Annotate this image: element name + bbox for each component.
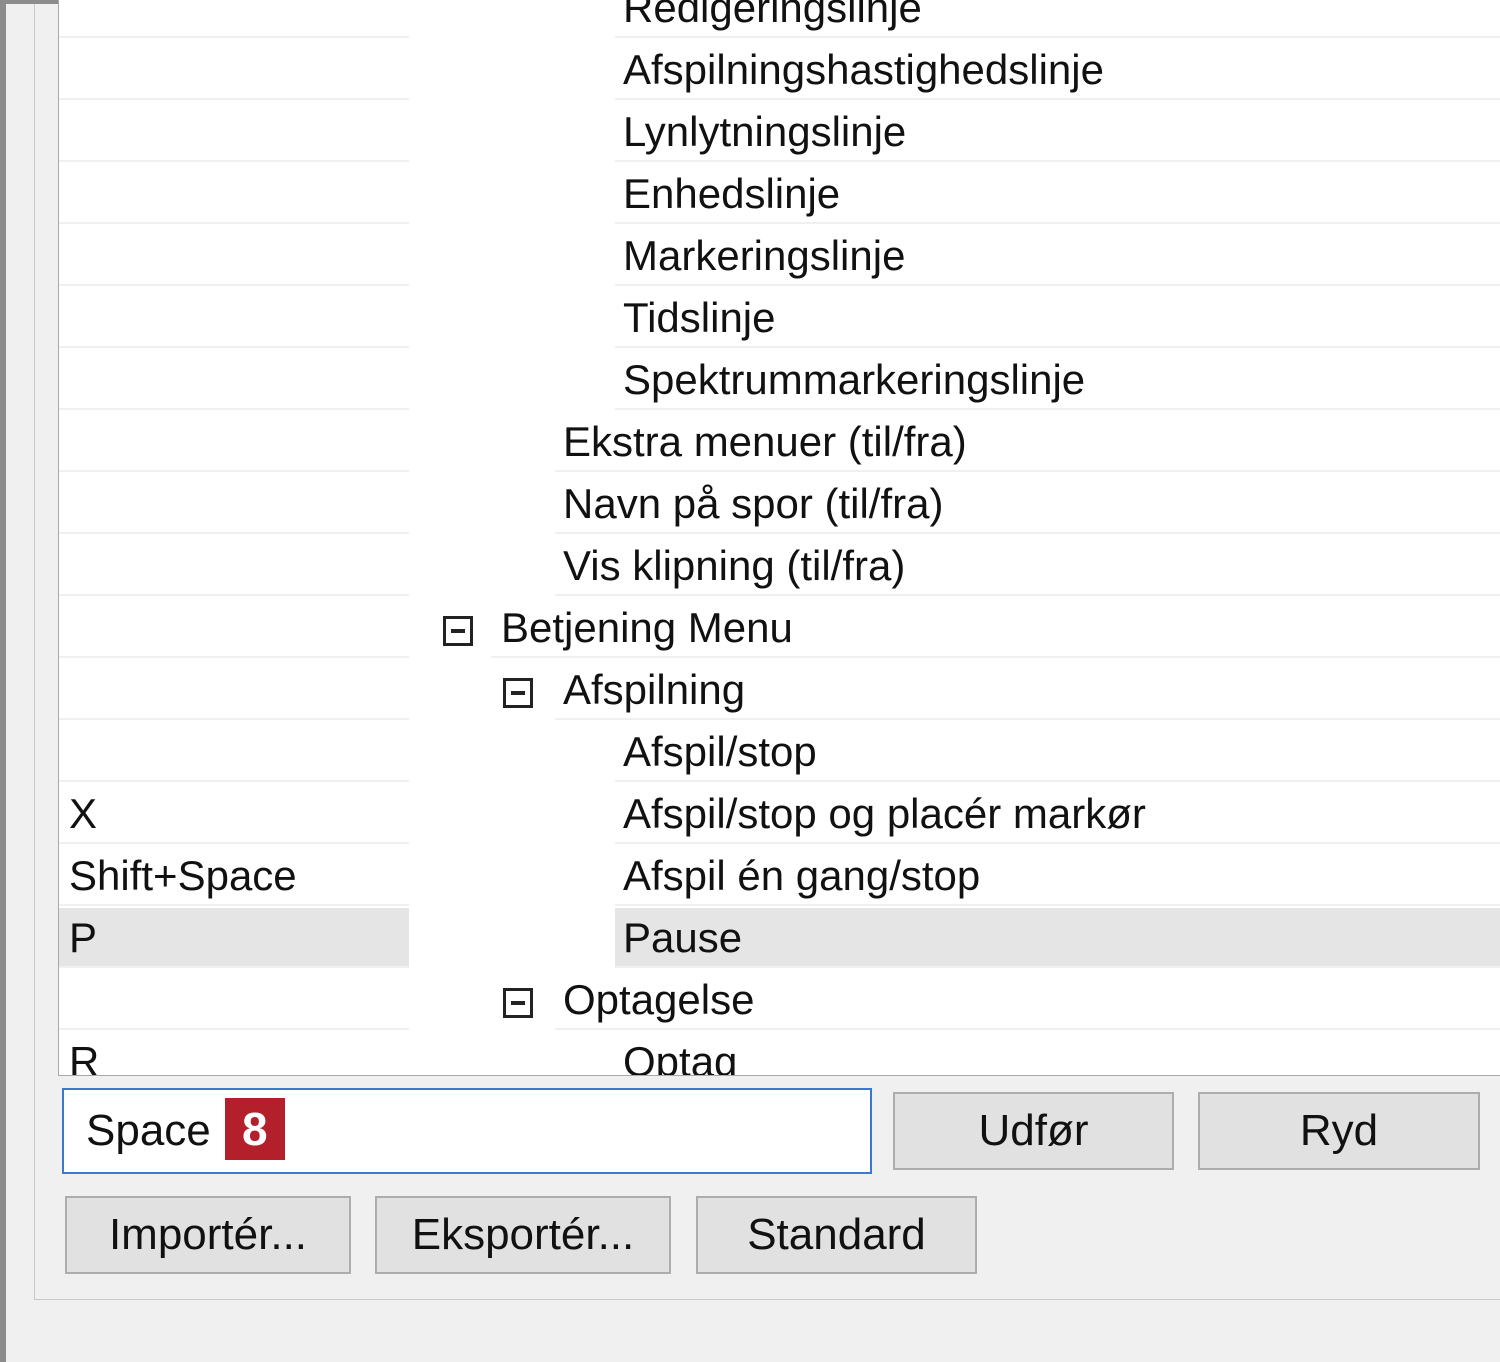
shortcut-key-cell	[59, 722, 409, 782]
step-number-badge: 8	[224, 1098, 285, 1161]
shortcut-key-cell: X	[59, 784, 409, 844]
shortcut-input-value: Space	[86, 1106, 211, 1155]
command-row[interactable]: Lynlytningslinje	[59, 102, 1500, 164]
command-row[interactable]: Navn på spor (til/fra)	[59, 474, 1500, 536]
command-name-cell: Lynlytningslinje	[615, 102, 1500, 162]
shortcut-key-cell	[59, 970, 409, 1030]
window-left-border	[0, 0, 6, 1362]
command-row[interactable]: Afspil/stop	[59, 722, 1500, 784]
collapse-minus-icon[interactable]	[503, 988, 533, 1018]
command-name-cell: Navn på spor (til/fra)	[555, 474, 1500, 534]
default-button[interactable]: Standard	[696, 1196, 977, 1274]
shortcut-key-cell: Shift+Space	[59, 846, 409, 906]
shortcut-key-cell	[59, 598, 409, 658]
shortcut-key-cell	[59, 536, 409, 596]
command-name-cell: Ekstra menuer (til/fra)	[555, 412, 1500, 472]
shortcut-key-cell: P	[59, 908, 409, 968]
shortcut-key-cell	[59, 226, 409, 286]
command-name-cell: Spektrummarkeringslinje	[615, 350, 1500, 410]
command-name-cell: Redigeringslinje	[615, 0, 1500, 38]
command-name-cell: Afspil én gang/stop	[615, 846, 1500, 906]
import-button[interactable]: Importér...	[65, 1196, 351, 1274]
shortcut-key-cell	[59, 474, 409, 534]
command-row[interactable]: Betjening Menu	[59, 598, 1500, 660]
command-row[interactable]: X Afspil/stop og placér markør	[59, 784, 1500, 846]
command-name-cell: Optag	[615, 1032, 1500, 1075]
command-row[interactable]: Optagelse	[59, 970, 1500, 1032]
command-row[interactable]: P Pause	[59, 908, 1500, 970]
collapse-minus-icon[interactable]	[443, 616, 473, 646]
collapse-minus-icon[interactable]	[503, 678, 533, 708]
command-name-cell: Tidslinje	[615, 288, 1500, 348]
command-name-cell: Afspilning	[555, 660, 1500, 720]
command-name-cell: Pause	[615, 908, 1500, 968]
command-rows: Redigeringslinje Afspilningshastighedslin…	[59, 0, 1500, 1075]
shortcut-key-cell	[59, 40, 409, 100]
command-name-cell: Markeringslinje	[615, 226, 1500, 286]
command-name-cell: Optagelse	[555, 970, 1500, 1030]
apply-button[interactable]: Udfør	[893, 1092, 1174, 1170]
command-name-cell: Afspil/stop og placér markør	[615, 784, 1500, 844]
shortcut-key-cell	[59, 0, 409, 38]
command-name-cell: Afspil/stop	[615, 722, 1500, 782]
command-row[interactable]: Ekstra menuer (til/fra)	[59, 412, 1500, 474]
command-name-cell: Betjening Menu	[491, 598, 1500, 658]
shortcut-key-cell	[59, 660, 409, 720]
shortcut-key-cell	[59, 412, 409, 472]
command-row[interactable]: R Optag	[59, 1032, 1500, 1075]
shortcut-key-cell	[59, 350, 409, 410]
command-row[interactable]: Afspilning	[59, 660, 1500, 722]
shortcut-key-cell	[59, 102, 409, 162]
command-row[interactable]: Vis klipning (til/fra)	[59, 536, 1500, 598]
command-row[interactable]: Afspilningshastighedslinje	[59, 40, 1500, 102]
shortcut-key-cell	[59, 164, 409, 224]
shortcut-key-cell: R	[59, 1032, 409, 1075]
command-shortcut-list[interactable]: Redigeringslinje Afspilningshastighedslin…	[58, 0, 1500, 1076]
command-row[interactable]: Spektrummarkeringslinje	[59, 350, 1500, 412]
command-name-cell: Enhedslinje	[615, 164, 1500, 224]
shortcut-key-cell	[59, 288, 409, 348]
command-row[interactable]: Enhedslinje	[59, 164, 1500, 226]
command-row[interactable]: Tidslinje	[59, 288, 1500, 350]
shortcut-input[interactable]: Space 8	[62, 1088, 872, 1174]
command-name-cell: Afspilningshastighedslinje	[615, 40, 1500, 100]
command-row[interactable]: Redigeringslinje	[59, 0, 1500, 40]
command-row[interactable]: Markeringslinje	[59, 226, 1500, 288]
command-row[interactable]: Shift+Space Afspil én gang/stop	[59, 846, 1500, 908]
export-button[interactable]: Eksportér...	[375, 1196, 671, 1274]
command-name-cell: Vis klipning (til/fra)	[555, 536, 1500, 596]
clear-button[interactable]: Ryd	[1198, 1092, 1480, 1170]
